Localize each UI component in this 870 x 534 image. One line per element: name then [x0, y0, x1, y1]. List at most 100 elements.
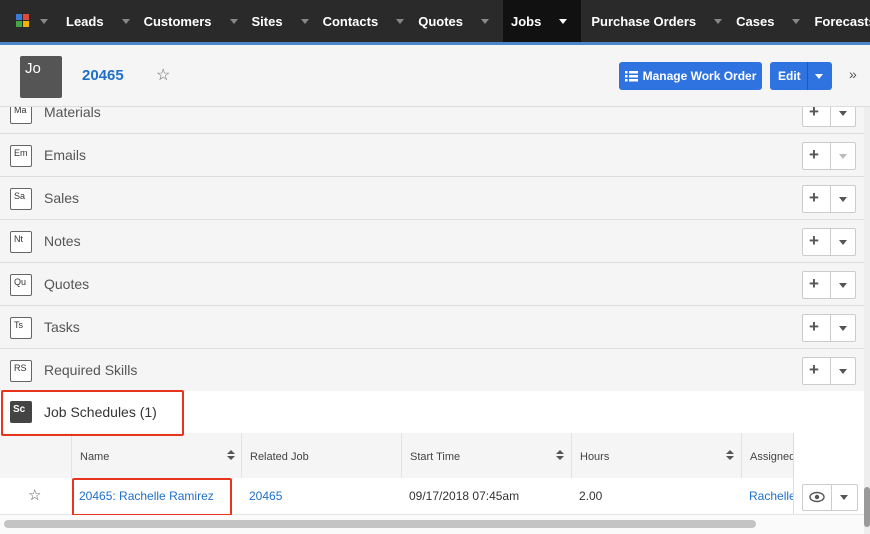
- quotes-create-button[interactable]: +: [802, 271, 856, 299]
- chevron-down-icon[interactable]: [300, 18, 309, 24]
- app-menu-caret-icon[interactable]: [40, 18, 48, 24]
- edit-button-divider: [807, 62, 808, 90]
- chevron-down-icon[interactable]: [229, 18, 238, 24]
- button-divider: [830, 358, 831, 384]
- plus-icon[interactable]: +: [809, 145, 819, 165]
- subpanel-tasks[interactable]: Ts Tasks +: [0, 306, 864, 349]
- horizontal-scrollbar-thumb[interactable]: [4, 520, 756, 528]
- column-start-time[interactable]: Start Time: [401, 433, 572, 478]
- plus-icon[interactable]: +: [809, 360, 819, 380]
- required-skills-create-button[interactable]: +: [802, 357, 856, 385]
- eye-icon[interactable]: [809, 490, 825, 504]
- notes-create-button[interactable]: +: [802, 228, 856, 256]
- favorite-star-icon[interactable]: ☆: [28, 486, 41, 504]
- quotes-icon: Qu: [10, 274, 32, 296]
- manage-work-order-label: Manage Work Order: [642, 69, 757, 83]
- manage-work-order-button[interactable]: Manage Work Order: [619, 62, 762, 90]
- subpanel-quotes[interactable]: Qu Quotes +: [0, 263, 864, 306]
- nav-jobs-label: Jobs: [511, 13, 542, 29]
- subpanel-required-skills[interactable]: RS Required Skills +: [0, 349, 864, 392]
- chevron-down-icon[interactable]: [839, 283, 847, 288]
- tasks-icon-text: Ts: [14, 320, 23, 330]
- highlight-schedule-name: [72, 478, 232, 516]
- hours-value: 2.00: [579, 489, 603, 503]
- chevron-down-icon[interactable]: [121, 18, 130, 24]
- horizontal-scrollbar[interactable]: [0, 515, 864, 534]
- column-related-job-label: Related Job: [250, 451, 309, 463]
- nav-cases[interactable]: Cases: [736, 0, 814, 42]
- button-divider: [830, 229, 831, 255]
- chevron-down-icon[interactable]: [559, 18, 568, 24]
- quotes-icon-text: Qu: [14, 277, 27, 287]
- vertical-scrollbar-thumb[interactable]: [864, 487, 870, 527]
- subpanel-label: Notes: [44, 233, 81, 249]
- plus-icon[interactable]: +: [809, 274, 819, 294]
- edit-button[interactable]: Edit: [770, 62, 832, 90]
- tasks-icon: Ts: [10, 317, 32, 339]
- subpanel-sales[interactable]: Sa Sales +: [0, 177, 864, 220]
- edit-label: Edit: [778, 69, 801, 83]
- chevron-down-icon[interactable]: [714, 18, 723, 24]
- nav-leads-label: Leads: [66, 13, 104, 29]
- button-divider: [830, 143, 831, 169]
- subpanel-label: Sales: [44, 190, 80, 206]
- top-nav: Leads Customers Sites Contacts Quotes Jo…: [0, 0, 870, 42]
- list-icon: [624, 70, 638, 81]
- button-divider: [830, 272, 831, 298]
- column-hours[interactable]: Hours: [571, 433, 742, 478]
- chevron-down-icon[interactable]: [481, 18, 489, 24]
- tasks-create-button[interactable]: +: [802, 314, 856, 342]
- assigned-user-link[interactable]: Rachelle: [749, 489, 796, 503]
- chevron-down-icon[interactable]: [396, 18, 405, 24]
- nav-purchase-orders[interactable]: Purchase Orders: [581, 0, 736, 42]
- nav-sites[interactable]: Sites: [252, 0, 323, 42]
- row-preview-button[interactable]: [802, 484, 858, 511]
- notes-icon-text: Nt: [14, 234, 23, 244]
- nav-purchase-orders-label: Purchase Orders: [591, 13, 697, 29]
- expand-panel-icon[interactable]: »: [849, 66, 857, 82]
- nav-quotes[interactable]: Quotes: [418, 0, 503, 42]
- subpanel-notes[interactable]: Nt Notes +: [0, 220, 864, 263]
- column-assigned-label: Assigned: [750, 451, 796, 463]
- sales-icon: Sa: [10, 188, 32, 210]
- vertical-scrollbar[interactable]: [864, 107, 870, 534]
- row-actions-column: [793, 433, 865, 514]
- record-avatar-text: Jo: [25, 60, 41, 77]
- sales-icon-text: Sa: [14, 191, 26, 201]
- nav-forecasts-label: Forecasts: [814, 13, 870, 29]
- column-name-label: Name: [80, 451, 110, 463]
- nav-leads[interactable]: Leads: [66, 0, 144, 42]
- required-skills-icon-text: RS: [14, 363, 27, 373]
- chevron-down-icon[interactable]: [815, 74, 823, 79]
- sales-create-button[interactable]: +: [802, 185, 856, 213]
- favorite-star-icon[interactable]: ☆: [156, 65, 170, 85]
- chevron-down-icon[interactable]: [839, 197, 847, 202]
- nav-forecasts[interactable]: Forecasts: [814, 0, 870, 42]
- chevron-down-icon[interactable]: [840, 495, 848, 500]
- related-job-link[interactable]: 20465: [249, 489, 282, 503]
- subpanel-emails[interactable]: Em Emails +: [0, 134, 864, 177]
- record-avatar: Jo: [20, 56, 62, 98]
- column-related-job[interactable]: Related Job: [241, 433, 402, 478]
- nav-customers-label: Customers: [143, 13, 212, 29]
- chevron-down-icon[interactable]: [792, 18, 801, 24]
- chevron-down-icon[interactable]: [839, 369, 847, 374]
- job-schedules-header: Name Related Job Start Time Hours Assign…: [0, 433, 864, 479]
- nav-sites-label: Sites: [251, 13, 283, 29]
- plus-icon[interactable]: +: [809, 317, 819, 337]
- column-name[interactable]: Name: [71, 433, 242, 478]
- nav-customers[interactable]: Customers: [144, 0, 252, 42]
- emails-create-button[interactable]: +: [802, 142, 856, 170]
- app-logo-icon[interactable]: [16, 0, 30, 42]
- chevron-down-icon[interactable]: [839, 111, 847, 116]
- plus-icon[interactable]: +: [809, 188, 819, 208]
- nav-jobs[interactable]: Jobs: [503, 0, 582, 42]
- nav-quotes-label: Quotes: [418, 13, 463, 29]
- chevron-down-icon[interactable]: [839, 240, 847, 245]
- column-start-time-label: Start Time: [410, 451, 461, 463]
- chevron-down-icon[interactable]: [839, 326, 847, 331]
- record-header-overlay: Jo 20465 ☆ Manage Work Order Edit »: [0, 45, 870, 107]
- record-title[interactable]: 20465: [82, 67, 124, 84]
- plus-icon[interactable]: +: [809, 231, 819, 251]
- nav-contacts[interactable]: Contacts: [323, 0, 419, 42]
